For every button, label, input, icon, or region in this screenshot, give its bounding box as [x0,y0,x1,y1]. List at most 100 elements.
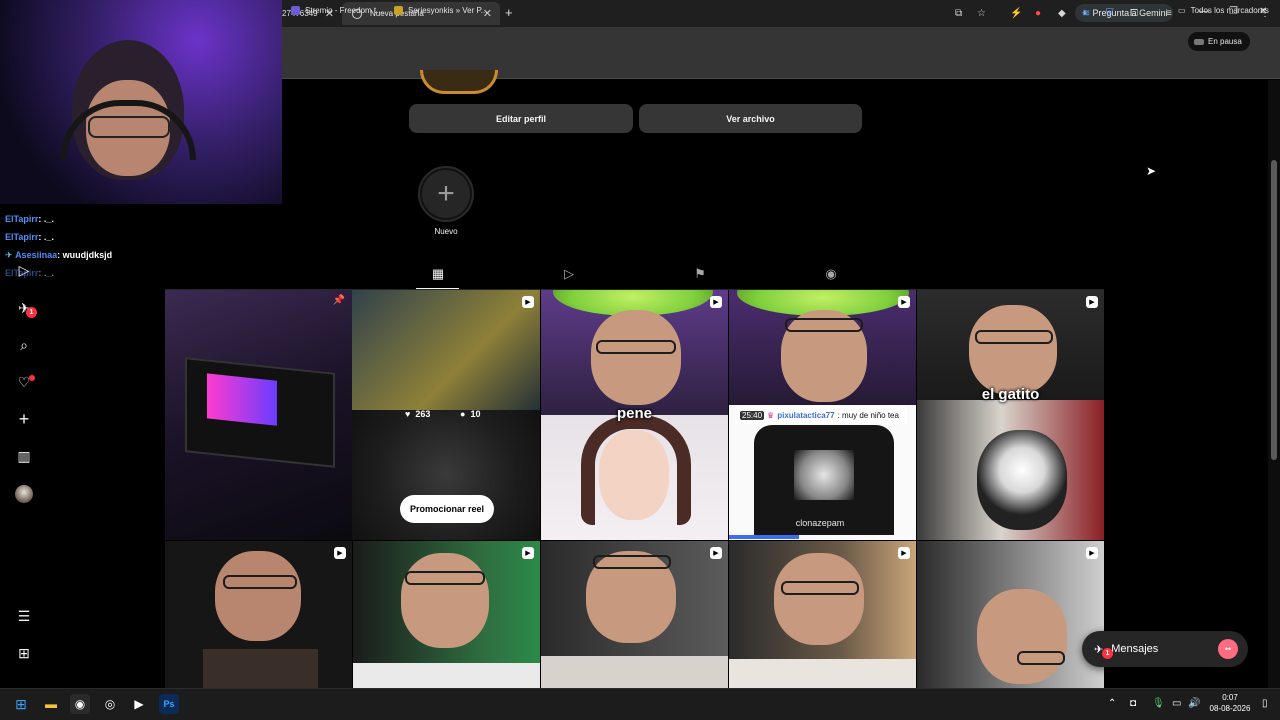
reel-icon: ▶ [898,547,910,559]
network-icon[interactable]: ▭ [1172,698,1181,709]
reel-tile[interactable]: ▶ [165,541,352,688]
face [215,551,301,641]
volume-icon[interactable]: 🔊 [1188,698,1200,709]
seriesyonkis-icon [394,6,403,15]
glasses [975,330,1053,344]
hair [581,415,691,525]
progress-bar [729,535,799,539]
profile-avatar[interactable] [15,485,33,503]
activity-dot [29,375,35,381]
reel-icon: ▶ [710,296,722,308]
likes-count: 263 [415,409,431,419]
photoshop-icon[interactable]: Ps [159,694,179,714]
install-icon[interactable]: ⧉ [955,8,962,19]
new-tab-button[interactable]: + [505,5,513,20]
reel-icon: ▶ [522,296,534,308]
reel-tile[interactable]: ▶ [917,541,1104,688]
tab-posts[interactable]: ▦ [429,265,447,283]
shirt-text: clonazepam [795,518,845,528]
extension-icon[interactable]: ● [1035,8,1041,19]
bookmark-item[interactable]: Stremio - Freedom t... [291,6,383,15]
badge-icon: ♛ [767,410,775,420]
scrollbar-thumb[interactable] [1271,160,1277,460]
chat-line: ✈ Asesiinaa: wuudjdksjd [5,246,285,264]
obs-icon[interactable]: ◎ [100,694,120,714]
chat-text: : ._. [38,214,54,224]
hamburger-icon[interactable]: ☰ [15,607,33,625]
reels-icon[interactable]: ▷ [15,261,33,279]
chat-user: Asesiinaa [15,250,58,260]
apps-icon[interactable]: ⊞ [15,644,33,662]
chat-user: ElTapirr [5,232,39,242]
post-tile[interactable]: 📌 [165,290,352,540]
chevron-up-icon[interactable]: ⌃ [1108,698,1116,709]
caption-text: el gatito [981,386,1040,403]
laptop-screen [185,357,335,468]
extension-icon[interactable]: ≋ [1082,8,1090,19]
paused-label: En pausa [1208,37,1242,46]
tab-reels[interactable]: ▷ [560,265,578,283]
face [401,553,489,648]
extension-icon[interactable]: ◆ [1058,8,1066,19]
chat-line: ElTapirr: ._. [5,228,285,246]
reel-tile[interactable]: ▶ [353,541,540,688]
screen-content [207,373,277,426]
face [591,310,681,405]
windows-start-icon[interactable]: ⊞ [11,694,31,714]
new-highlight-button[interactable]: + [418,166,474,222]
glasses [223,575,297,589]
bookmark-item[interactable]: Seriesyonkis » Ver P... [394,6,487,15]
active-tab-indicator [416,288,459,289]
thumbnail-bottom [353,663,540,688]
extension-icon[interactable]: ⚡ [1010,8,1022,19]
chrome-icon[interactable]: ◉ [70,694,90,714]
discord-icon[interactable]: ◘ [1130,698,1136,709]
messages-badge: 1 [1102,648,1113,659]
chat-text: : muy de niño tea [837,410,899,420]
edit-profile-button[interactable]: Editar perfil [409,104,633,133]
chat-text: : ._. [38,232,54,242]
glasses [596,340,676,354]
thumbnail-bottom [729,659,916,688]
chat-overlay: 25:40 ♛ pixulatactica77 : muy de niño te… [735,406,907,424]
likes-stat: ♥ 263 [405,409,430,419]
profile-picture[interactable] [420,70,498,94]
stream-chat: ElTapirr: ._. ElTapirr: ._. ✈ Asesiinaa:… [5,210,285,282]
new-highlight-label: Nuevo [434,227,458,236]
reel-icon: ▶ [898,296,910,308]
promote-reel-button[interactable]: Promocionar reel [400,495,494,523]
reel-icon: ▶ [710,547,722,559]
cat-print [794,450,854,500]
reel-tile[interactable]: ▶ [917,290,1104,540]
search-icon[interactable]: ⌕ [15,336,33,354]
toolbar [282,27,1280,55]
tab-saved[interactable]: ⚑ [691,265,709,283]
reel-icon: ▶ [334,547,346,559]
notification-icon[interactable]: ▯ [1262,698,1268,709]
media-icon[interactable]: ≡ [1166,8,1172,19]
profile-paused-button[interactable]: En pausa [1188,32,1250,51]
star-icon[interactable]: ☆ [977,8,986,19]
screen: 27476349 ✕ Nueva pestaña ✕ + ✦ Pregunta … [0,0,1280,720]
puzzle-icon[interactable]: ⧠ [1130,8,1138,19]
microphone-icon[interactable]: 🎙 [1152,698,1165,709]
clock-time: 0:07 [1222,693,1238,702]
clock[interactable]: 0:07 08-08-2026 [1206,692,1254,714]
glasses [405,571,485,585]
shield-icon[interactable]: ⛨ [1106,8,1114,19]
all-bookmarks-button[interactable]: ▭ Todos los marcadores [1178,6,1269,15]
media-player-icon[interactable]: ▶ [129,694,149,714]
chat-text: : wuudjdksjd [57,250,113,260]
glasses [781,581,859,595]
view-archive-button[interactable]: Ver archivo [639,104,862,133]
glasses [1017,651,1065,665]
badge-icon: ✈ [5,250,13,260]
bookmark-label: Stremio - Freedom t... [305,6,383,15]
file-explorer-icon[interactable]: ▬ [41,694,61,714]
reel-tile[interactable]: ▶ [541,541,728,688]
reel-tile[interactable]: ▶ [729,541,916,688]
tab-tagged[interactable]: ◉ [822,265,840,283]
create-icon[interactable]: + [15,409,33,429]
dashboard-icon[interactable]: ▥ [15,447,33,465]
message-avatar[interactable]: •• [1218,639,1238,659]
